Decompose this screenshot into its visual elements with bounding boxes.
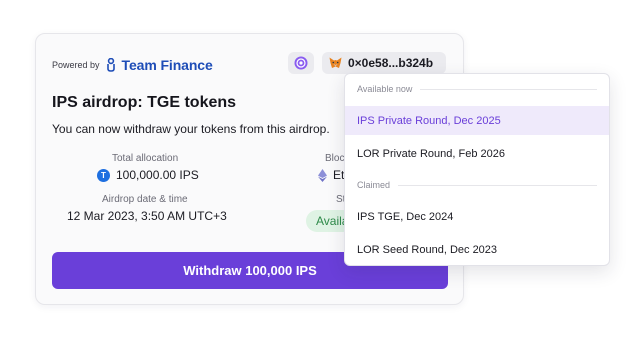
team-finance-logo-icon — [106, 58, 115, 72]
wallet-button[interactable]: 0×0e58...b324b — [322, 52, 446, 74]
ethereum-icon — [318, 168, 327, 182]
available-header-label: Available now — [357, 84, 413, 94]
total-allocation-label: Total allocation — [112, 153, 179, 164]
total-allocation-value: T 100,000.00 IPS — [97, 168, 199, 182]
powered-by-label: Powered by — [52, 60, 100, 70]
claimed-header-label: Claimed — [357, 180, 391, 190]
wallet-address: 0×0e58...b324b — [348, 56, 434, 70]
dropdown-item-ips-private-round[interactable]: IPS Private Round, Dec 2025 — [345, 106, 609, 135]
total-allocation-amount: 100,000.00 IPS — [116, 168, 199, 182]
network-icon — [294, 56, 308, 70]
network-selector[interactable] — [288, 52, 314, 74]
claimed-section-header: Claimed — [345, 174, 609, 196]
dropdown-item-ips-tge[interactable]: IPS TGE, Dec 2024 — [345, 202, 609, 231]
dropdown-item-lor-private-round[interactable]: LOR Private Round, Feb 2026 — [345, 139, 609, 168]
page-subtitle: You can now withdraw your tokens from th… — [52, 122, 330, 136]
section-divider — [420, 88, 597, 90]
blockchain-value: Et — [318, 168, 344, 182]
page-title: IPS airdrop: TGE tokens — [52, 94, 237, 111]
blockchain-label: Bloc — [325, 153, 345, 164]
airdrop-date-label: Airdrop date & time — [102, 194, 188, 205]
dropdown-item-lor-seed-round[interactable]: LOR Seed Round, Dec 2023 — [345, 235, 609, 264]
usdt-token-icon: T — [97, 168, 110, 182]
metamask-fox-icon — [329, 57, 342, 68]
airdrop-date-value: 12 Mar 2023, 3:50 AM UTC+3 — [67, 209, 227, 223]
section-divider — [398, 184, 597, 186]
brand-name: Team Finance — [121, 57, 213, 73]
available-section-header: Available now — [345, 78, 609, 100]
round-dropdown: Available now IPS Private Round, Dec 202… — [344, 73, 610, 266]
powered-by: Powered by Team Finance — [52, 57, 213, 73]
blockchain-name: Et — [333, 168, 345, 182]
